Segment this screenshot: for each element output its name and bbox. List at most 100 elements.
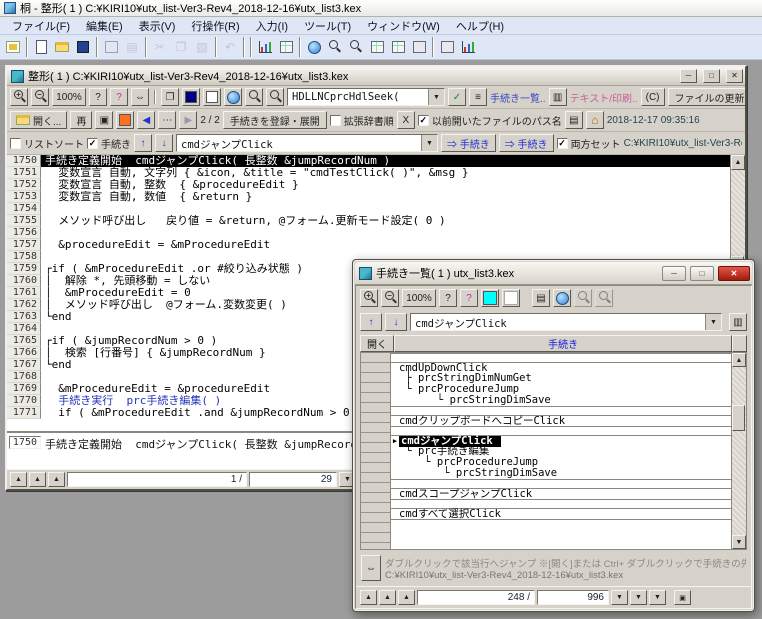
line-text[interactable]: メソッド呼び出し 戻り値 = &return, @フォーム.更新モード設定( 0… [41,215,730,227]
goto-procedure-button-2[interactable]: ⇒ 手続き [499,134,554,152]
find-button[interactable] [245,88,263,106]
new-file-icon[interactable] [31,37,51,57]
context-help-button[interactable]: ? [110,88,128,106]
form-design-icon[interactable] [276,37,296,57]
procedure-row[interactable] [391,499,731,508]
file-search-icon[interactable] [346,37,366,57]
code-line[interactable]: 1757 &procedureEdit = &mProcedureEdit [7,239,730,251]
dialog-globe-button[interactable] [553,289,571,307]
split-line-text[interactable]: 手続き定義開始 cmdジャンプClick( 長整数 &jumpRecordNum… [45,436,390,452]
dialog-save-button[interactable]: ▥ [729,313,747,331]
editor-titlebar[interactable]: 整形( 1 ) C:¥KIRI10¥utx_list-Ver3-Rev4_201… [7,67,745,86]
dialog-detach-window-button[interactable]: ▣ [674,590,691,605]
zoom-search-icon[interactable] [325,37,345,57]
close-button[interactable]: ✕ [726,69,743,83]
code-line[interactable]: 1754 [7,203,730,215]
dialog-procedure-combo[interactable]: cmdジャンプClick ▼ [410,313,722,331]
color-white-button[interactable] [203,88,221,106]
row-up-button[interactable]: ▲ [48,472,65,487]
procedure-column-header[interactable]: 手続き [394,335,732,352]
sort-list-button[interactable]: ≡ [469,88,487,106]
dialog-vertical-scrollbar[interactable]: ▲ ▼ [731,353,746,549]
line-text[interactable]: 変数宣言 自動, 整数 { &procedureEdit } [41,179,730,191]
maximize-button[interactable]: □ [703,69,720,83]
dialog-procedure-value[interactable]: cmdジャンプClick [411,314,705,330]
open-file-button[interactable]: 開く... [10,111,67,129]
copy-icon[interactable]: ❐ [171,37,191,57]
reopen-button[interactable]: 再 [70,111,92,129]
list-view-icon[interactable] [437,37,457,57]
dialog-down-button[interactable]: ↓ [385,313,407,331]
dictionary-order-checkbox[interactable]: 拡張辞書順 [330,113,394,128]
code-line[interactable]: 1755 メソッド呼び出し 戻り値 = &return, @フォーム.更新モード… [7,215,730,227]
page-up-button[interactable]: ▲ [29,472,46,487]
code-line[interactable]: 1750 手続き定義開始 cmdジャンプClick( 長整数 &jumpReco… [7,155,730,167]
procedure-row[interactable] [391,479,731,488]
dialog-context-help-button[interactable]: ? [460,289,478,307]
total-rows-field[interactable]: 29 [249,472,337,487]
move-up-button[interactable]: ↑ [134,134,152,152]
dialog-swap-button[interactable]: ⇔ [361,555,381,581]
text-print-link[interactable]: テキスト/印刷.. [570,90,638,105]
minimize-button[interactable]: ─ [680,69,697,83]
dialog-find-next-button[interactable] [595,289,613,307]
dialog-row-up-button[interactable]: ▲ [398,590,415,605]
procedure-row[interactable]: cmdすべて選択Click [391,508,731,519]
dialog-maximize-button[interactable]: □ [690,266,714,281]
procedure-row[interactable] [391,519,731,528]
procedure-row[interactable]: cmdクリップボードへコピーClick [391,415,731,426]
procedure-row[interactable] [391,426,731,435]
procedure-jump-dropdown[interactable]: ▼ [421,135,437,151]
both-set-checkbox[interactable]: ✓両方セット [557,136,621,151]
page-more-button[interactable]: ⋯ [158,111,176,129]
zoom-out-button[interactable]: − [31,88,49,106]
procedure-row-text[interactable]: └ prcStringDimSave [399,395,551,406]
worksheet-icon[interactable] [388,37,408,57]
find-next-button[interactable] [266,88,284,106]
line-text[interactable]: 変数宣言 自動, 数値 { &return } [41,191,730,203]
cut-icon[interactable]: ✂ [150,37,170,57]
zoom-in-button[interactable]: + [10,88,28,106]
procedure-row-text[interactable]: cmdスコープジャンプClick [399,489,532,500]
report-icon[interactable] [409,37,429,57]
scroll-up-arrow[interactable]: ▲ [731,155,745,170]
code-line[interactable]: 1752 変数宣言 自動, 整数 { &procedureEdit } [7,179,730,191]
dialog-keyboard-button[interactable]: ▤ [532,289,550,307]
procedure-checkbox[interactable]: ✓手続き [87,136,131,151]
color-navy-button[interactable] [182,88,200,106]
save-icon[interactable] [73,37,93,57]
open-button-column[interactable] [361,353,391,549]
dialog-help-button[interactable]: ? [439,289,457,307]
search-term-value[interactable]: HDLLNCprcHdlSeek( [288,89,428,105]
procedure-row[interactable] [391,353,731,362]
calendar-icon[interactable] [367,37,387,57]
code-line[interactable]: 1751 変数宣言 自動, 文字列 { &icon, &title = "cmd… [7,167,730,179]
menu-item[interactable]: 入力(I) [248,17,296,35]
procedure-row-text[interactable]: cmdクリップボードへコピーClick [399,416,565,427]
goto-first-button[interactable]: ▲ [10,472,27,487]
dialog-zoom-level[interactable]: 100% [402,289,436,307]
copy-page-button[interactable]: ❐ [161,88,179,106]
move-down-button[interactable]: ↓ [155,134,173,152]
open-folder-icon[interactable] [52,37,72,57]
previous-files-checkbox[interactable]: ✓以前開いたファイルのパス名 [418,113,562,128]
dialog-row-dropdown-button[interactable]: ▼ [611,590,628,605]
search-combo-dropdown[interactable]: ▼ [428,89,444,105]
file-date-button[interactable]: ファイルの更新日付 [668,88,746,106]
dialog-zoom-in-button[interactable]: + [360,289,378,307]
dialog-scroll-track[interactable] [732,367,746,535]
menu-item[interactable]: 行操作(R) [183,17,247,35]
code-line[interactable]: 1756 [7,227,730,239]
check-syntax-button[interactable]: ✓ [448,88,466,106]
current-row-field[interactable]: 1 / [67,472,247,487]
dialog-total-rows-field[interactable]: 996 [537,590,609,605]
clear-button[interactable]: X [397,111,415,129]
procedure-row[interactable]: └ prcStringDimSave [391,468,731,479]
menu-item[interactable]: 編集(E) [78,17,131,35]
menu-item[interactable]: ウィンドウ(W) [359,17,448,35]
dialog-titlebar[interactable]: 手続き一覧( 1 ) utx_list3.kex ─ □ ✕ [355,262,752,285]
globe-icon[interactable] [304,37,324,57]
dialog-page-up-button[interactable]: ▲ [379,590,396,605]
table-edit-icon[interactable] [255,37,275,57]
dialog-color-cyan-button[interactable] [481,289,499,307]
